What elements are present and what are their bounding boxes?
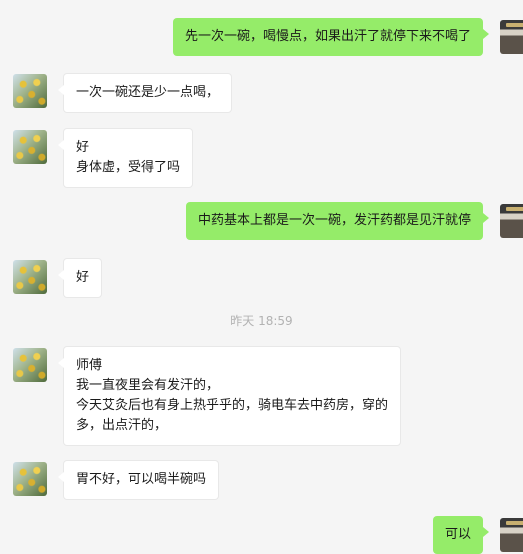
message-text: 身体虚，受得了吗	[76, 160, 181, 175]
timestamp: 昨天 18:59	[230, 314, 293, 328]
avatar[interactable]	[13, 130, 47, 164]
message-bubble-outgoing[interactable]: 中药基本上都是一次一碗，发汗药都是见汗就停	[185, 202, 490, 240]
avatar[interactable]	[500, 20, 523, 54]
message-text: 中药基本上都是一次一碗，发汗药都是见汗就停	[197, 213, 471, 228]
message-bubble-incoming[interactable]: 胃不好，可以喝半碗吗	[57, 460, 220, 500]
avatar[interactable]	[13, 348, 47, 382]
avatar[interactable]	[13, 260, 47, 294]
message-text: 好	[76, 270, 90, 285]
message-text: 多，出点汗的，	[76, 418, 168, 433]
message-bubble-incoming[interactable]: 师傅 我一直夜里会有发汗的， 今天艾灸后也有身上热乎乎的，骑电车去中药房，穿的 …	[57, 346, 402, 446]
message-text: 可以	[444, 527, 471, 542]
message-text: 先一次一碗，喝慢点，如果出汗了就停下来不喝了	[184, 29, 471, 44]
message-text: 今天艾灸后也有身上热乎乎的，骑电车去中药房，穿的	[76, 398, 389, 413]
message-bubble-outgoing[interactable]: 可以	[432, 516, 490, 554]
message-bubble-incoming[interactable]: 好	[57, 258, 103, 298]
message-text: 师傅	[76, 358, 103, 373]
message-bubble-incoming[interactable]: 好 身体虚，受得了吗	[57, 128, 194, 188]
avatar[interactable]	[500, 204, 523, 238]
message-text: 我一直夜里会有发汗的，	[76, 378, 220, 393]
message-bubble-incoming[interactable]: 一次一碗还是少一点喝，	[57, 73, 233, 113]
avatar[interactable]	[13, 462, 47, 496]
avatar[interactable]	[500, 518, 523, 552]
avatar[interactable]	[13, 74, 47, 108]
message-bubble-outgoing[interactable]: 先一次一碗，喝慢点，如果出汗了就停下来不喝了	[172, 18, 490, 56]
message-text: 好	[76, 140, 90, 155]
message-text: 胃不好，可以喝半碗吗	[76, 472, 207, 487]
message-text: 一次一碗还是少一点喝，	[76, 85, 220, 100]
